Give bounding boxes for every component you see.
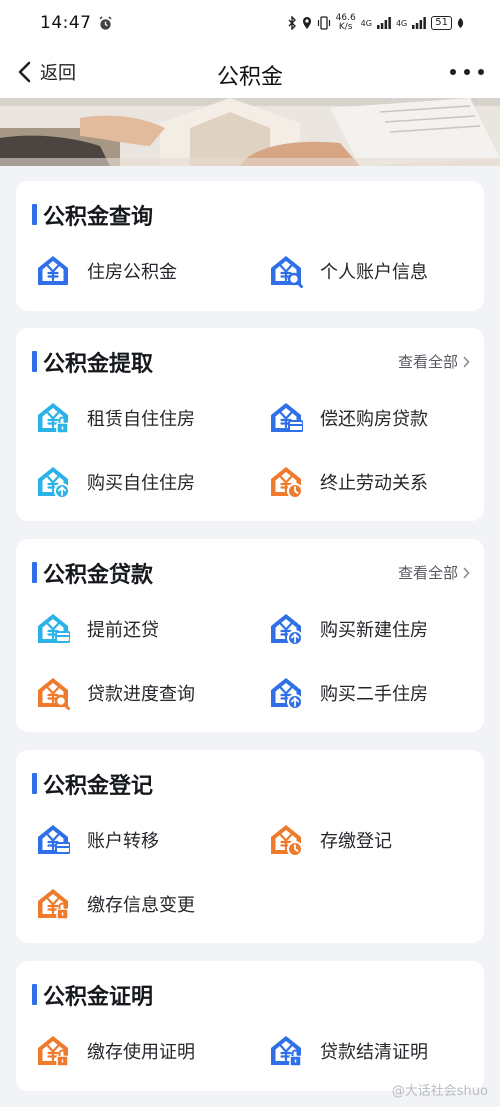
item-label: 偿还购房贷款 bbox=[320, 409, 428, 430]
house-yuan-clock-icon bbox=[269, 823, 303, 857]
section-accent-bar bbox=[32, 773, 37, 794]
section-accent-bar bbox=[32, 562, 37, 583]
house-yuan-card-icon bbox=[269, 401, 303, 435]
status-time: 14:47 bbox=[40, 13, 92, 33]
item-label: 个人账户信息 bbox=[320, 262, 428, 283]
banner-illustration bbox=[0, 98, 500, 166]
house-yuan-up-icon bbox=[269, 612, 303, 646]
section-accent-bar bbox=[32, 351, 37, 372]
house-yuan-lock-icon bbox=[36, 887, 70, 921]
banner-image[interactable] bbox=[0, 98, 500, 166]
view-all-label: 查看全部 bbox=[397, 564, 458, 582]
house-yuan-lock-icon bbox=[36, 1034, 70, 1068]
network-speed: 46.6 K/s bbox=[336, 14, 356, 32]
chevron-left-icon bbox=[18, 61, 31, 83]
item-label: 缴存使用证明 bbox=[87, 1042, 195, 1063]
item-label: 购买二手住房 bbox=[320, 684, 428, 705]
item-account-transfer[interactable]: 账户转移 bbox=[36, 823, 159, 857]
section-title: 公积金贷款 bbox=[43, 563, 154, 588]
back-label: 返回 bbox=[40, 63, 76, 84]
house-yuan-up-icon bbox=[269, 676, 303, 710]
house-yuan-lock-icon bbox=[269, 1034, 303, 1068]
item-terminate-labor[interactable]: 终止劳动关系 bbox=[269, 465, 428, 499]
network-type-1: 4G bbox=[360, 18, 372, 28]
status-bar: 14:47 46.6 K/s 4G 4G 51 bbox=[0, 0, 500, 46]
item-deposit-usage-cert[interactable]: 缴存使用证明 bbox=[36, 1034, 195, 1068]
item-loan-settlement-cert[interactable]: 贷款结清证明 bbox=[269, 1034, 428, 1068]
more-menu-button[interactable] bbox=[450, 60, 484, 84]
location-icon bbox=[302, 17, 311, 29]
card-query: 公积金查询 住房公积金 个人账户信息 bbox=[16, 181, 484, 311]
battery-level: 51 bbox=[431, 16, 452, 30]
dot-icon bbox=[478, 69, 484, 75]
section-title: 公积金证明 bbox=[43, 985, 154, 1010]
chevron-right-icon bbox=[463, 355, 470, 368]
item-repay-mortgage[interactable]: 偿还购房贷款 bbox=[269, 401, 428, 435]
dot-icon bbox=[450, 69, 456, 75]
item-label: 贷款进度查询 bbox=[87, 684, 195, 705]
card-certificate: 公积金证明 缴存使用证明 贷款结清证明 bbox=[16, 961, 484, 1091]
nav-bar: 返回 公积金 bbox=[0, 46, 500, 98]
card-register: 公积金登记 账户转移 存缴登记 缴存信息变更 bbox=[16, 750, 484, 943]
network-speed-unit: K/s bbox=[338, 22, 353, 32]
item-label: 购买新建住房 bbox=[320, 620, 428, 641]
view-all-label: 查看全部 bbox=[397, 353, 458, 371]
item-buy-housing[interactable]: 购买自住住房 bbox=[36, 465, 195, 499]
item-label: 缴存信息变更 bbox=[87, 895, 195, 916]
item-housing-fund[interactable]: 住房公积金 bbox=[36, 254, 177, 288]
house-yuan-up-icon bbox=[36, 465, 70, 499]
item-buy-second-hand[interactable]: 购买二手住房 bbox=[269, 676, 428, 710]
section-title: 公积金登记 bbox=[43, 774, 154, 799]
house-yuan-clock-icon bbox=[269, 465, 303, 499]
house-yuan-lock-icon bbox=[36, 401, 70, 435]
back-button[interactable]: 返回 bbox=[16, 46, 76, 98]
section-title: 公积金查询 bbox=[43, 205, 154, 230]
house-yuan-card-icon bbox=[36, 612, 70, 646]
item-label: 贷款结清证明 bbox=[320, 1042, 428, 1063]
item-label: 存缴登记 bbox=[320, 831, 392, 852]
item-personal-account[interactable]: 个人账户信息 bbox=[269, 254, 428, 288]
house-yuan-card-icon bbox=[36, 823, 70, 857]
network-type-2: 4G bbox=[395, 18, 408, 28]
item-deposit-register[interactable]: 存缴登记 bbox=[269, 823, 392, 857]
view-all-link[interactable]: 查看全部 bbox=[398, 351, 470, 372]
item-label: 终止劳动关系 bbox=[320, 473, 428, 494]
chevron-right-icon bbox=[463, 566, 470, 579]
section-accent-bar bbox=[32, 984, 37, 1005]
item-buy-new-housing[interactable]: 购买新建住房 bbox=[269, 612, 428, 646]
status-icons: 46.6 K/s 4G 4G 51 bbox=[288, 14, 464, 32]
house-yuan-search-icon bbox=[269, 254, 303, 288]
item-loan-progress[interactable]: 贷款进度查询 bbox=[36, 676, 195, 710]
alarm-icon bbox=[98, 15, 112, 30]
bluetooth-icon bbox=[288, 16, 296, 30]
item-label: 购买自住住房 bbox=[87, 473, 195, 494]
house-yuan-search-icon bbox=[36, 676, 70, 710]
view-all-link[interactable]: 查看全部 bbox=[398, 562, 470, 583]
section-accent-bar bbox=[32, 204, 37, 225]
watermark-text: @大话社会shuo bbox=[391, 1084, 488, 1099]
house-yuan-icon bbox=[36, 254, 70, 288]
signal-icon bbox=[412, 17, 427, 29]
card-loan: 公积金贷款 查看全部 提前还贷 购买新建住房 贷款进度查询 购买二手住房 bbox=[16, 539, 484, 732]
leaf-icon bbox=[457, 18, 464, 28]
item-label: 账户转移 bbox=[87, 831, 159, 852]
item-label: 租赁自住住房 bbox=[87, 409, 195, 430]
vibrate-icon bbox=[317, 16, 330, 30]
signal-icon bbox=[376, 17, 391, 29]
item-early-repayment[interactable]: 提前还贷 bbox=[36, 612, 159, 646]
section-title: 公积金提取 bbox=[43, 352, 154, 377]
item-label: 住房公积金 bbox=[87, 262, 177, 283]
card-withdraw: 公积金提取 查看全部 租赁自住住房 偿还购房贷款 购买自住住房 终止劳动关系 bbox=[16, 328, 484, 521]
item-label: 提前还贷 bbox=[87, 620, 159, 641]
dot-icon bbox=[464, 69, 470, 75]
item-deposit-info-change[interactable]: 缴存信息变更 bbox=[36, 887, 195, 921]
item-rent-housing[interactable]: 租赁自住住房 bbox=[36, 401, 195, 435]
